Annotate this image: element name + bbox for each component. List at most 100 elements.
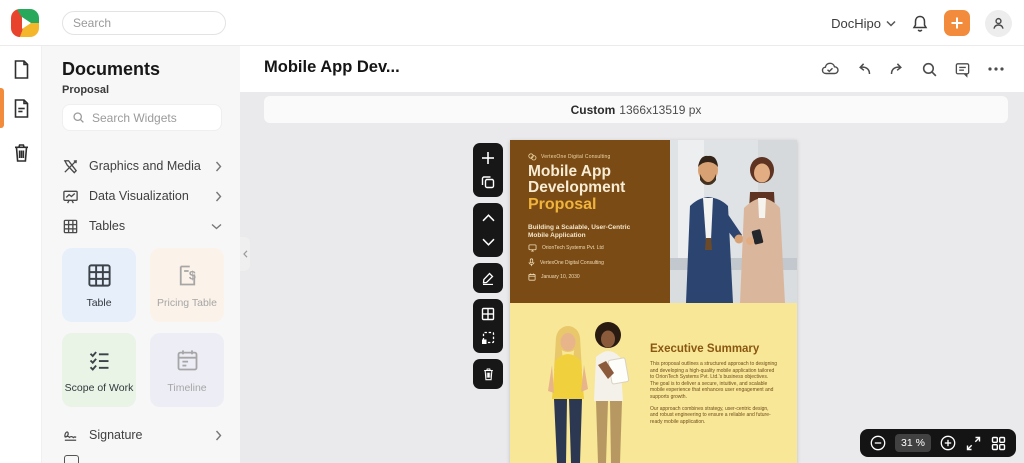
document-page[interactable]: VertexOne Digital Consulting Mobile App … — [510, 140, 797, 463]
widget-pricing-table[interactable]: $ Pricing Table — [150, 248, 224, 322]
cover-meta[interactable]: OrionTech Systems Pvt. Ltd VertexOne Dig… — [528, 244, 604, 281]
sidebar-item-data-visualization[interactable]: Data Visualization — [62, 182, 222, 210]
trash-icon — [14, 143, 28, 162]
add-page-button[interactable] — [477, 148, 499, 168]
widget-search-input[interactable] — [92, 110, 212, 125]
pages-overview-button[interactable] — [990, 435, 1006, 451]
document-title[interactable]: Mobile App Dev... — [264, 58, 400, 77]
comments-button[interactable] — [950, 57, 975, 82]
create-document-button[interactable] — [944, 10, 970, 36]
sidebar-collapse-handle[interactable] — [240, 237, 250, 271]
sidebar-item-partial[interactable] — [64, 455, 79, 463]
chevron-down-icon — [886, 20, 896, 27]
sidebar-item-tables[interactable]: Tables — [62, 212, 222, 240]
cloud-check-icon — [821, 62, 839, 75]
zoom-percentage[interactable]: 31 % — [895, 434, 931, 452]
cover-brand[interactable]: VertexOne Digital Consulting — [528, 153, 611, 161]
rail-documents-button[interactable] — [0, 89, 42, 127]
cover-brand-text: VertexOne Digital Consulting — [541, 154, 611, 160]
cover-title-accent: Proposal — [528, 196, 597, 213]
widget-scope-of-work[interactable]: Scope of Work — [62, 333, 136, 407]
redo-button[interactable] — [884, 57, 909, 82]
undo-button[interactable] — [851, 57, 876, 82]
global-search — [62, 11, 228, 35]
duplicate-page-button[interactable] — [477, 172, 499, 192]
summary-paragraph-2: Our approach combines strategy, user-cen… — [650, 405, 771, 425]
user-avatar[interactable] — [985, 9, 1012, 37]
category-label: Tables — [89, 219, 126, 233]
timeline-calendar-icon — [177, 349, 197, 370]
duplicate-icon — [481, 176, 495, 189]
global-search-input[interactable] — [73, 16, 228, 30]
play-icon — [22, 17, 31, 29]
move-page-group — [473, 203, 503, 257]
delete-group — [473, 359, 503, 389]
plus-icon — [482, 152, 494, 164]
fit-to-screen-button[interactable] — [965, 435, 981, 451]
zoom-out-button[interactable] — [870, 435, 886, 451]
rail-templates-button[interactable] — [0, 50, 42, 88]
cover-photo-business-pair[interactable] — [670, 140, 797, 303]
annotate-group — [473, 263, 503, 293]
cover-title-line1: Mobile App — [528, 163, 611, 180]
table-grid-icon — [481, 307, 495, 321]
cover-section[interactable]: VertexOne Digital Consulting Mobile App … — [510, 140, 797, 303]
account-menu[interactable]: DocHipo — [831, 16, 896, 31]
chevron-right-icon — [215, 161, 222, 171]
mic-icon — [528, 258, 535, 267]
ellipsis-icon — [987, 67, 1004, 71]
meta-vendor: VertexOne Digital Consulting — [528, 258, 604, 267]
account-label: DocHipo — [831, 15, 881, 31]
widget-label: Scope of Work — [64, 381, 134, 394]
trash-icon — [483, 368, 493, 381]
plus-circle-icon — [940, 435, 956, 451]
move-page-up-button[interactable] — [477, 208, 499, 228]
widget-label: Table — [86, 296, 112, 309]
chevron-up-icon — [481, 214, 495, 222]
page-size-bar[interactable]: Custom 1366x13519 px — [264, 96, 1008, 123]
meta-text: January 10, 2030 — [541, 274, 580, 280]
grid-icon — [991, 436, 1005, 450]
canvas-search-button[interactable] — [917, 57, 942, 82]
insert-table-button[interactable] — [477, 304, 499, 324]
coins-icon — [528, 153, 537, 161]
summary-section[interactable]: Executive Summary This proposal outlines… — [510, 303, 797, 463]
checklist-icon — [89, 350, 108, 371]
cover-subtitle[interactable]: Building a Scalable, User-Centric Mobile… — [528, 224, 646, 240]
position-button[interactable] — [477, 328, 499, 348]
sidebar-item-graphics-and-media[interactable]: Graphics and Media — [62, 152, 222, 180]
canvas-toolbar — [818, 46, 1008, 92]
calendar-icon — [528, 273, 536, 281]
table-widget-icon — [87, 263, 111, 287]
layout-group — [473, 299, 503, 353]
move-page-down-button[interactable] — [477, 232, 499, 252]
presentation-chart-icon — [63, 190, 78, 203]
cover-title[interactable]: Mobile App Development Proposal — [528, 164, 625, 214]
category-label: Signature — [89, 428, 143, 442]
dochipo-logo[interactable] — [11, 9, 39, 37]
more-options-button[interactable] — [983, 57, 1008, 82]
table-icon — [63, 219, 78, 233]
zoom-in-button[interactable] — [940, 435, 956, 451]
widget-label: Timeline — [167, 381, 207, 394]
notifications-button[interactable] — [911, 14, 929, 33]
rail-trash-button[interactable] — [0, 133, 42, 171]
widget-table[interactable]: Table — [62, 248, 136, 322]
search-icon — [73, 112, 84, 123]
minus-circle-icon — [870, 435, 886, 451]
signature-icon — [64, 430, 77, 441]
plus-icon — [951, 17, 963, 29]
summary-paragraph-1: This proposal outlines a structured appr… — [650, 361, 778, 400]
svg-text:$: $ — [188, 268, 195, 282]
delete-page-button[interactable] — [477, 364, 499, 384]
summary-photo-two-women[interactable] — [530, 321, 630, 463]
chevron-down-icon — [481, 238, 495, 246]
sidebar-item-signature[interactable]: Signature — [62, 421, 222, 449]
cloud-save-button[interactable] — [818, 57, 843, 82]
summary-text-block[interactable]: Executive Summary This proposal outlines… — [650, 343, 778, 430]
element-toolbar — [473, 143, 503, 389]
search-icon — [922, 62, 937, 76]
chevron-down-icon — [211, 223, 222, 229]
annotate-button[interactable] — [477, 268, 499, 288]
widget-timeline[interactable]: Timeline — [150, 333, 224, 407]
